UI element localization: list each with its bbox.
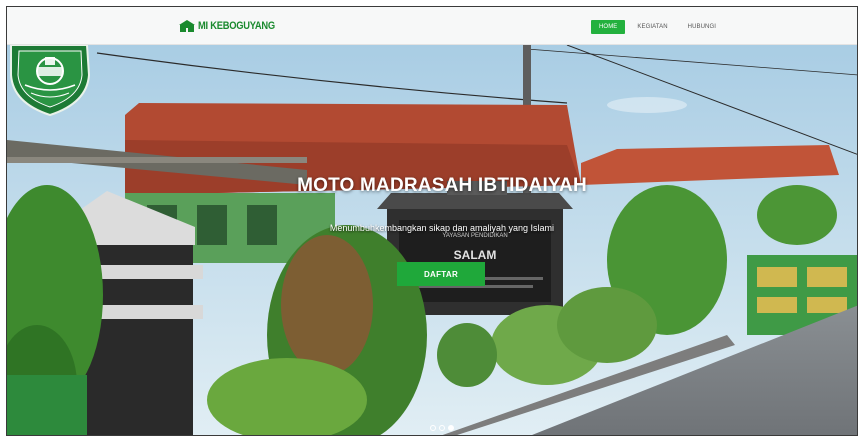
school-emblem-icon (10, 45, 91, 117)
carousel-indicators (430, 425, 454, 431)
hero-background-photo: YAYASAN PENDIDIKAN SALAM (7, 45, 857, 435)
navbar: MI KEBOGUYANG HOME KEGIATAN HUBUNGI (7, 7, 857, 45)
carousel-dot-3[interactable] (448, 425, 454, 431)
carousel-dot-1[interactable] (430, 425, 436, 431)
school-icon (179, 19, 195, 32)
brand-name: MI KEBOGUYANG (198, 20, 275, 32)
brand-logo[interactable]: MI KEBOGUYANG (179, 18, 288, 34)
svg-text:SALAM: SALAM (454, 248, 497, 262)
svg-text:YAYASAN PENDIDIKAN: YAYASAN PENDIDIKAN (442, 233, 507, 239)
hero-subtitle: Menumbuhkembangkan sikap dan amaliyah ya… (329, 223, 555, 233)
nav-home[interactable]: HOME (591, 20, 626, 34)
nav-menu: HOME KEGIATAN HUBUNGI (591, 20, 724, 34)
daftar-button[interactable]: DAFTAR (397, 262, 485, 286)
browser-viewport: MI KEBOGUYANG HOME KEGIATAN HUBUNGI YAYA… (6, 6, 858, 436)
hero-title: MOTO MADRASAH IBTIDAIYAH (297, 175, 587, 196)
carousel-dot-2[interactable] (439, 425, 445, 431)
nav-kegiatan[interactable]: KEGIATAN (629, 20, 675, 34)
nav-hubungi[interactable]: HUBUNGI (680, 20, 724, 34)
hero-carousel: YAYASAN PENDIDIKAN SALAM MOTO MADRASAH I… (7, 45, 857, 435)
